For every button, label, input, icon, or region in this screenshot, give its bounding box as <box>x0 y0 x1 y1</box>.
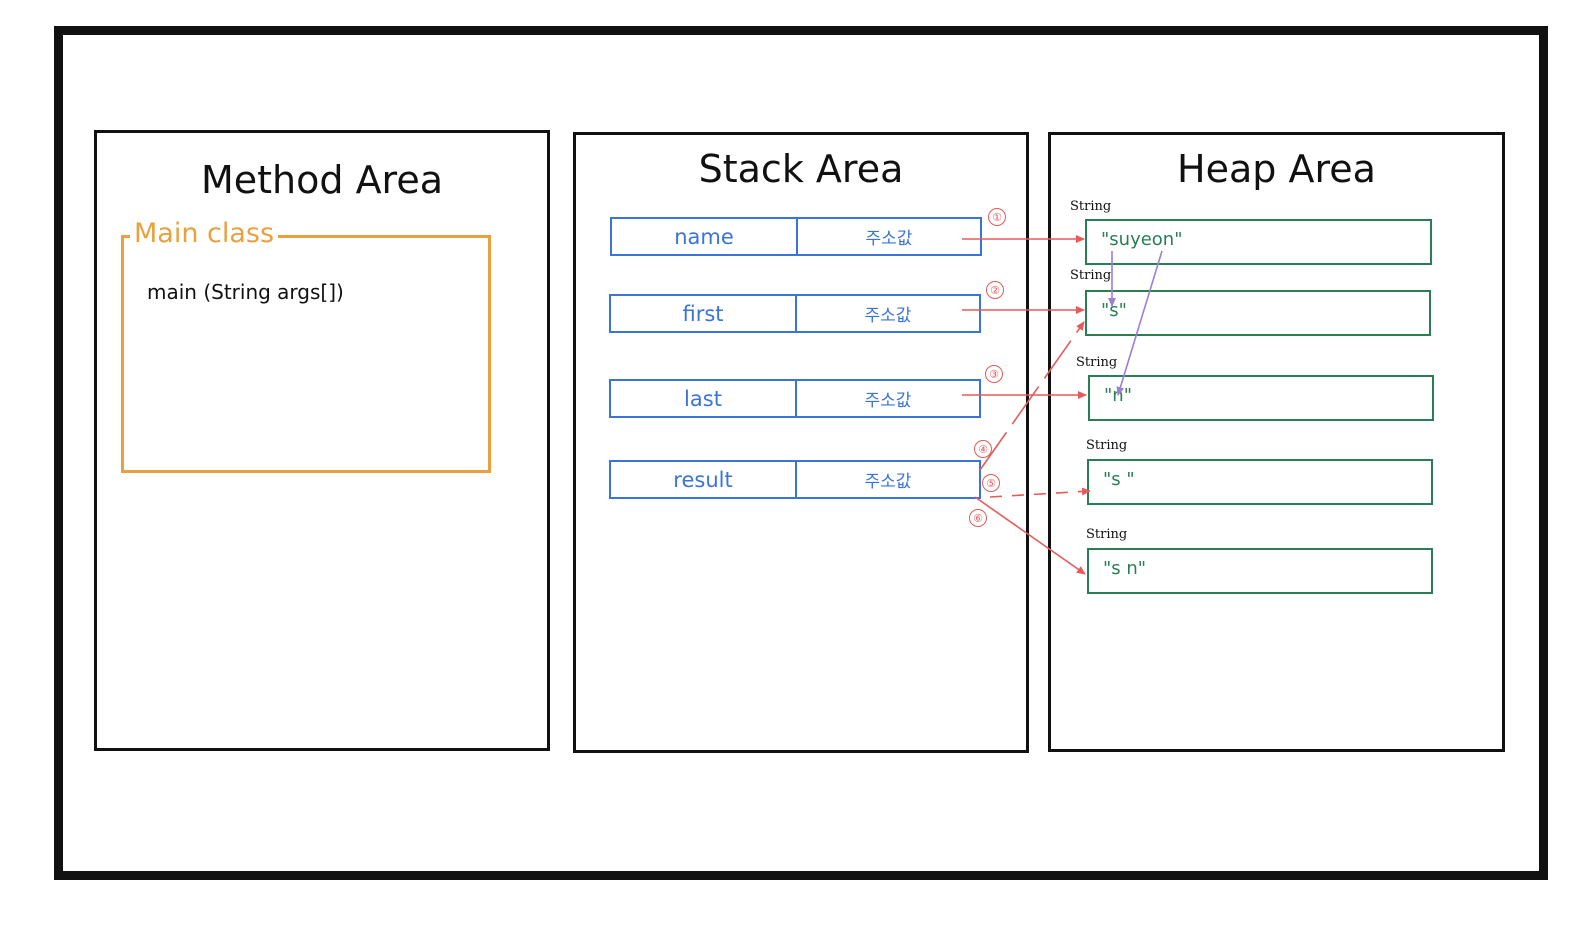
main-class-box <box>121 235 491 473</box>
stack-var-name: name 주소값 <box>610 217 982 256</box>
main-class-label: Main class <box>130 218 279 249</box>
stack-var-label: name <box>612 219 798 254</box>
heap-object-suyeon: "suyeon" <box>1085 219 1432 265</box>
heap-object-type: String <box>1070 199 1112 214</box>
stack-var-label: result <box>611 462 797 497</box>
main-method-signature: main (String args[]) <box>147 280 344 304</box>
step-marker-1: ① <box>988 208 1006 226</box>
heap-object-type: String <box>1070 268 1112 283</box>
stack-var-address: 주소값 <box>864 306 912 326</box>
stack-var-address: 주소값 <box>865 229 913 249</box>
stack-area-title: Stack Area <box>698 147 904 191</box>
heap-object-type: String <box>1086 438 1128 453</box>
stack-var-label: last <box>611 381 797 416</box>
heap-object-s-space: "s " <box>1087 459 1433 505</box>
stack-var-last: last 주소값 <box>609 379 981 418</box>
method-area-title: Method Area <box>200 158 444 202</box>
stack-var-address: 주소값 <box>864 472 912 492</box>
heap-area-title: Heap Area <box>1177 147 1376 191</box>
heap-object-s-n: "s n" <box>1087 548 1433 594</box>
step-marker-2: ② <box>986 281 1004 299</box>
step-marker-5: ⑤ <box>982 474 1000 492</box>
step-marker-6: ⑥ <box>969 509 987 527</box>
heap-object-type: String <box>1076 355 1118 370</box>
stack-var-first: first 주소값 <box>609 294 981 333</box>
stack-var-address: 주소값 <box>864 391 912 411</box>
heap-object-n: "n" <box>1088 375 1434 421</box>
step-marker-4: ④ <box>974 440 992 458</box>
step-marker-3: ③ <box>985 365 1003 383</box>
heap-object-s: "s" <box>1085 290 1431 336</box>
heap-object-type: String <box>1086 527 1128 542</box>
stack-var-label: first <box>611 296 797 331</box>
stack-var-result: result 주소값 <box>609 460 981 499</box>
